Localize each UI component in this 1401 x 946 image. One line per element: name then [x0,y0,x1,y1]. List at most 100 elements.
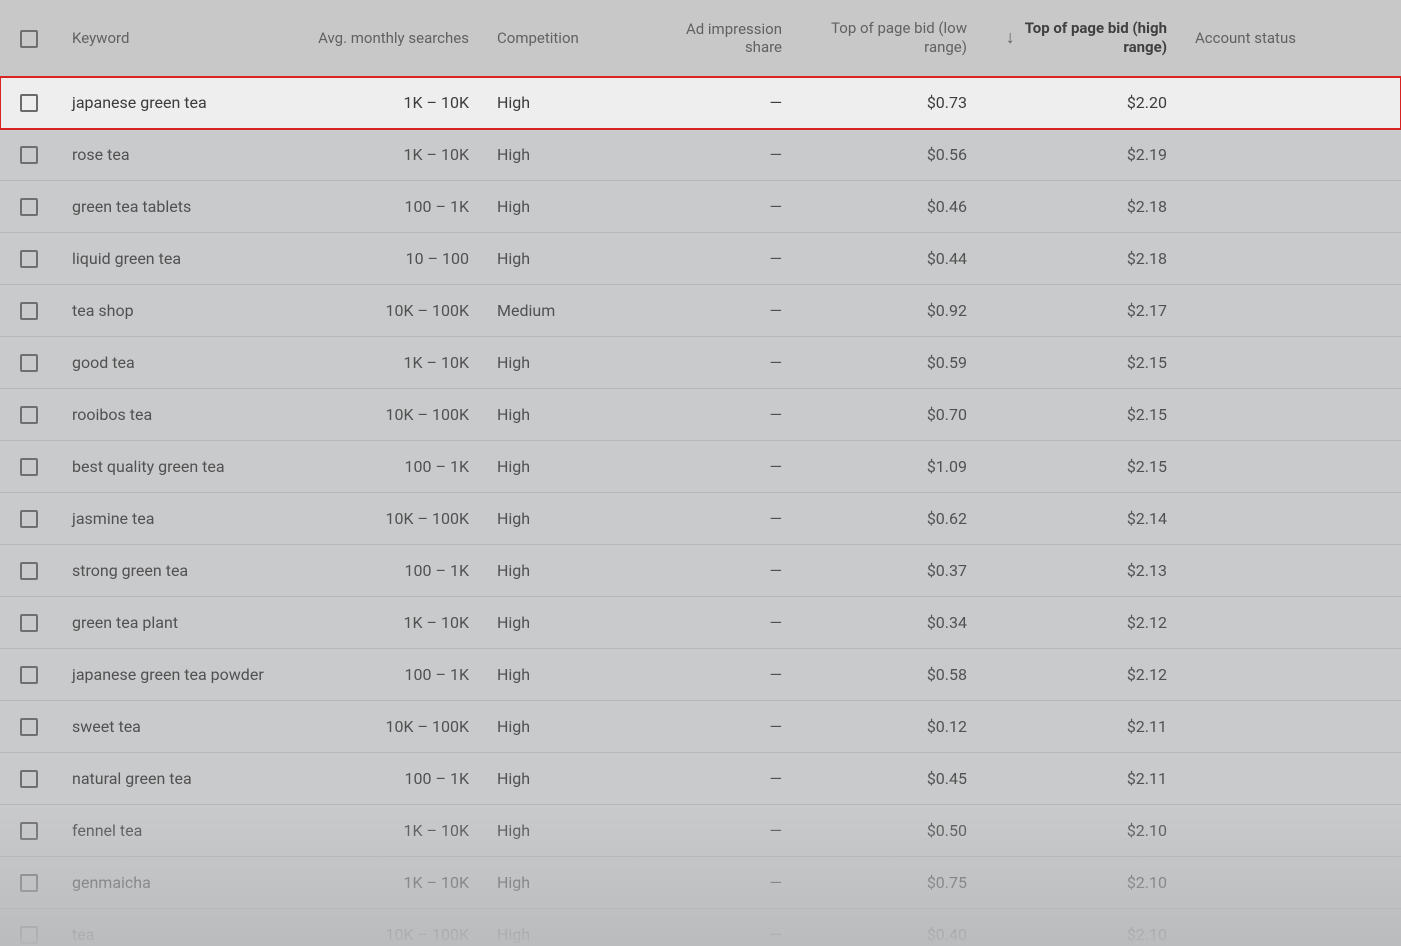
cell-keyword: rose tea [58,129,283,181]
cell-impression: — [636,545,796,597]
table-row[interactable]: liquid green tea10 – 100High—$0.44$2.18 [0,233,1401,285]
cell-account [1181,753,1401,805]
cell-high-bid: $2.14 [981,493,1181,545]
cell-keyword: green tea tablets [58,181,283,233]
table-row[interactable]: tea shop10K – 100KMedium—$0.92$2.17 [0,285,1401,337]
checkbox-icon[interactable] [20,718,38,736]
row-checkbox[interactable] [0,181,58,233]
table-row[interactable]: genmaicha1K – 10KHigh—$0.75$2.10 [0,857,1401,909]
checkbox-icon[interactable] [20,458,38,476]
cell-account [1181,181,1401,233]
checkbox-icon[interactable] [20,302,38,320]
checkbox-icon[interactable] [20,198,38,216]
cell-competition: High [483,181,636,233]
row-checkbox[interactable] [0,285,58,337]
cell-avg: 1K – 10K [283,77,483,129]
row-checkbox[interactable] [0,597,58,649]
table-row[interactable]: natural green tea100 – 1KHigh—$0.45$2.11 [0,753,1401,805]
checkbox-icon[interactable] [20,614,38,632]
col-account-status[interactable]: Account status [1181,0,1401,77]
checkbox-icon[interactable] [20,770,38,788]
row-checkbox[interactable] [0,649,58,701]
table-row[interactable]: jasmine tea10K – 100KHigh—$0.62$2.14 [0,493,1401,545]
col-low-bid[interactable]: Top of page bid (low range) [796,0,981,77]
cell-competition: High [483,233,636,285]
col-competition[interactable]: Competition [483,0,636,77]
table-row[interactable]: japanese green tea1K – 10KHigh—$0.73$2.2… [0,77,1401,129]
table-row[interactable]: rooibos tea10K – 100KHigh—$0.70$2.15 [0,389,1401,441]
table-row[interactable]: strong green tea100 – 1KHigh—$0.37$2.13 [0,545,1401,597]
table-row[interactable]: sweet tea10K – 100KHigh—$0.12$2.11 [0,701,1401,753]
keywords-table[interactable]: Keyword Avg. monthly searches Competitio… [0,0,1401,946]
cell-account [1181,441,1401,493]
checkbox-icon[interactable] [20,666,38,684]
checkbox-icon[interactable] [20,926,38,944]
cell-account [1181,129,1401,181]
row-checkbox[interactable] [0,701,58,753]
cell-high-bid: $2.18 [981,233,1181,285]
row-checkbox[interactable] [0,805,58,857]
row-checkbox[interactable] [0,77,58,129]
row-checkbox[interactable] [0,441,58,493]
cell-low-bid: $0.70 [796,389,981,441]
table-row[interactable]: green tea plant1K – 10KHigh—$0.34$2.12 [0,597,1401,649]
col-keyword[interactable]: Keyword [58,0,283,77]
row-checkbox[interactable] [0,389,58,441]
cell-high-bid: $2.12 [981,649,1181,701]
checkbox-icon[interactable] [20,354,38,372]
checkbox-icon[interactable] [20,822,38,840]
cell-account [1181,285,1401,337]
cell-impression: — [636,77,796,129]
row-checkbox[interactable] [0,753,58,805]
checkbox-icon[interactable] [20,94,38,112]
cell-account [1181,233,1401,285]
table-row[interactable]: best quality green tea100 – 1KHigh—$1.09… [0,441,1401,493]
checkbox-icon[interactable] [20,874,38,892]
cell-competition: High [483,857,636,909]
cell-high-bid: $2.15 [981,337,1181,389]
cell-keyword: fennel tea [58,805,283,857]
cell-keyword: natural green tea [58,753,283,805]
table-row[interactable]: japanese green tea powder100 – 1KHigh—$0… [0,649,1401,701]
cell-high-bid: $2.12 [981,597,1181,649]
cell-account [1181,701,1401,753]
checkbox-icon[interactable] [20,30,38,48]
cell-low-bid: $0.37 [796,545,981,597]
cell-avg: 10K – 100K [283,701,483,753]
col-impression-share[interactable]: Ad impression share [636,0,796,77]
table-row[interactable]: tea10K – 100KHigh—$0.40$2.10 [0,909,1401,946]
col-high-bid[interactable]: ↓ Top of page bid (high range) [981,0,1181,77]
table-row[interactable]: good tea1K – 10KHigh—$0.59$2.15 [0,337,1401,389]
cell-low-bid: $0.59 [796,337,981,389]
checkbox-icon[interactable] [20,250,38,268]
cell-high-bid: $2.18 [981,181,1181,233]
cell-impression: — [636,389,796,441]
checkbox-icon[interactable] [20,146,38,164]
table-body: japanese green tea1K – 10KHigh—$0.73$2.2… [0,77,1401,946]
cell-avg: 1K – 10K [283,129,483,181]
table-row[interactable]: green tea tablets100 – 1KHigh—$0.46$2.18 [0,181,1401,233]
row-checkbox[interactable] [0,233,58,285]
row-checkbox[interactable] [0,129,58,181]
col-avg-searches[interactable]: Avg. monthly searches [283,0,483,77]
row-checkbox[interactable] [0,493,58,545]
cell-impression: — [636,441,796,493]
cell-keyword: japanese green tea powder [58,649,283,701]
row-checkbox[interactable] [0,545,58,597]
row-checkbox[interactable] [0,909,58,946]
row-checkbox[interactable] [0,857,58,909]
row-checkbox[interactable] [0,337,58,389]
cell-competition: High [483,389,636,441]
table-row[interactable]: rose tea1K – 10KHigh—$0.56$2.19 [0,129,1401,181]
cell-avg: 100 – 1K [283,649,483,701]
checkbox-icon[interactable] [20,510,38,528]
cell-avg: 100 – 1K [283,545,483,597]
cell-impression: — [636,909,796,946]
header-select-all[interactable] [0,0,58,77]
checkbox-icon[interactable] [20,406,38,424]
cell-high-bid: $2.17 [981,285,1181,337]
cell-low-bid: $1.09 [796,441,981,493]
table-row[interactable]: fennel tea1K – 10KHigh—$0.50$2.10 [0,805,1401,857]
cell-avg: 1K – 10K [283,857,483,909]
checkbox-icon[interactable] [20,562,38,580]
